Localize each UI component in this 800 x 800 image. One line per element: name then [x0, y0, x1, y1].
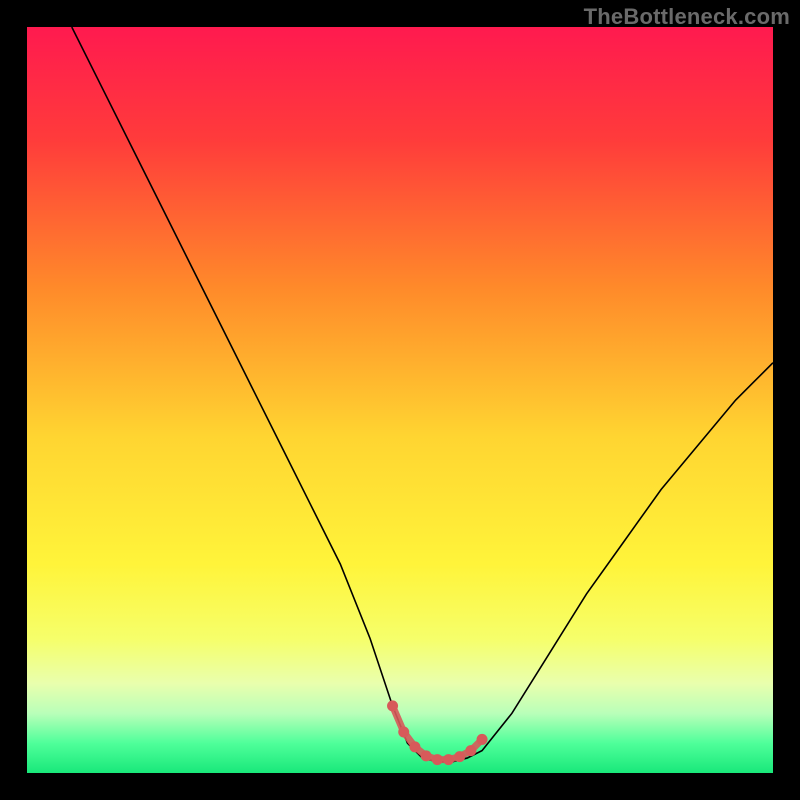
marker-dot	[454, 751, 465, 762]
marker-dot	[432, 754, 443, 765]
chart-frame: TheBottleneck.com	[0, 0, 800, 800]
marker-dot	[409, 741, 420, 752]
marker-dot	[421, 750, 432, 761]
marker-dot	[477, 734, 488, 745]
gradient-background	[27, 27, 773, 773]
marker-dot	[465, 745, 476, 756]
marker-dot	[398, 726, 409, 737]
watermark-text: TheBottleneck.com	[584, 4, 790, 30]
marker-dot	[443, 754, 454, 765]
chart-svg	[27, 27, 773, 773]
plot-area	[27, 27, 773, 773]
marker-dot	[387, 700, 398, 711]
